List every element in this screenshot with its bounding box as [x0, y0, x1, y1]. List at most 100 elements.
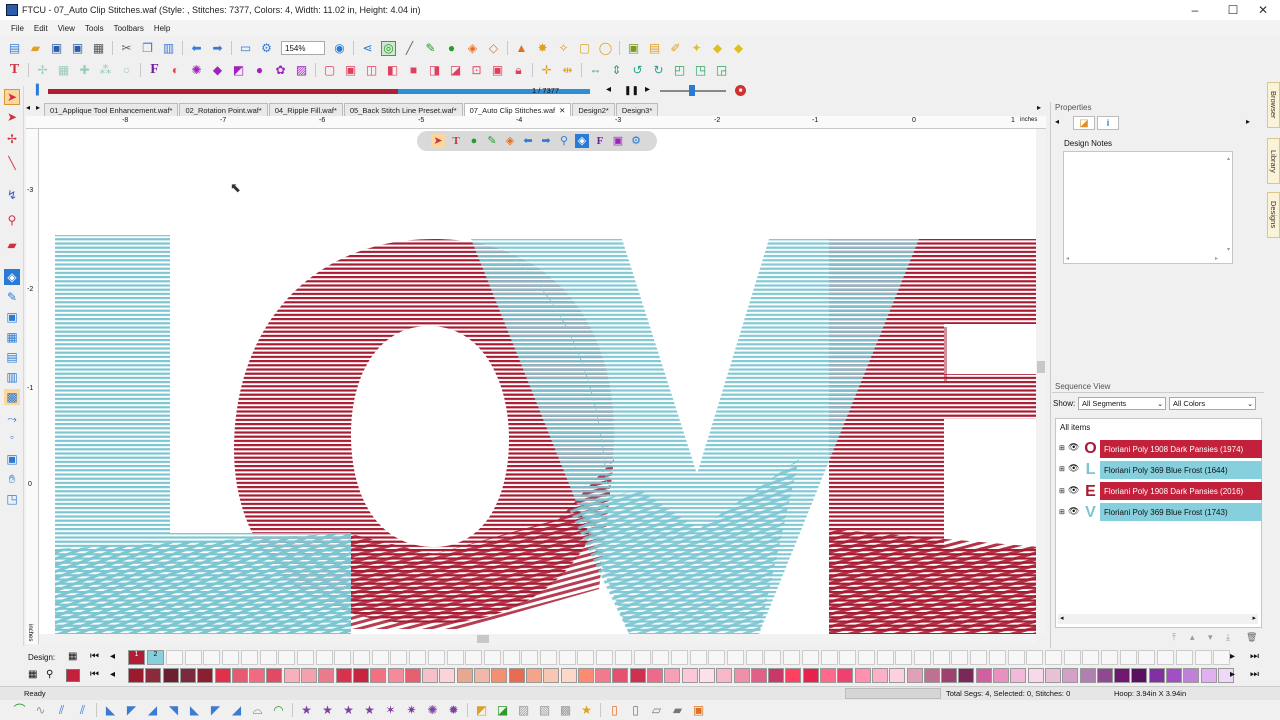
empty-design-slot[interactable]: [839, 650, 857, 665]
undo-icon[interactable]: ⬅: [189, 41, 204, 56]
empty-design-slot[interactable]: [895, 650, 913, 665]
properties-scroll-left-icon[interactable]: ◂: [1055, 117, 1059, 126]
stitch-edit-icon[interactable]: ▩: [4, 389, 20, 405]
settings-gear-icon[interactable]: ⚙: [629, 134, 643, 148]
thread-swatch[interactable]: [889, 668, 906, 683]
thread-swatch[interactable]: [439, 668, 456, 683]
flower-icon[interactable]: ✿: [273, 63, 288, 78]
thread-swatch[interactable]: [179, 668, 196, 683]
thread-swatch[interactable]: [577, 668, 594, 683]
thread-swatch[interactable]: [474, 668, 490, 683]
thread-swatch[interactable]: [698, 668, 715, 683]
palette-next-icon[interactable]: ▸: [1230, 669, 1235, 680]
rotate-left-icon[interactable]: ↺: [630, 63, 645, 78]
tab-close-icon[interactable]: ✕: [559, 106, 565, 115]
last-color-icon[interactable]: ⏭︎: [1250, 651, 1259, 662]
expand-icon[interactable]: ⊞: [1059, 465, 1065, 473]
thread-swatch[interactable]: [491, 668, 508, 683]
thread-swatch[interactable]: [941, 668, 958, 683]
distribute-icon[interactable]: ⇹: [560, 63, 575, 78]
move-icon[interactable]: ✚: [77, 63, 92, 78]
thread-swatch[interactable]: [733, 668, 750, 683]
thread-swatch[interactable]: [1027, 668, 1044, 683]
thread-swatch[interactable]: [162, 668, 179, 683]
diamond-purple-icon[interactable]: ◆: [210, 63, 225, 78]
star-light-icon[interactable]: ★: [362, 703, 377, 718]
empty-design-slot[interactable]: [764, 650, 782, 665]
empty-design-slot[interactable]: [801, 650, 819, 665]
properties-tab-info-icon[interactable]: i: [1097, 116, 1119, 130]
design-library-icon[interactable]: ▣: [611, 134, 625, 148]
thread-swatch[interactable]: [335, 668, 352, 683]
radial-icon[interactable]: ◢: [229, 703, 244, 718]
tab-design2[interactable]: Design2*: [572, 103, 615, 116]
scroll-right-icon[interactable]: ▸: [1252, 614, 1256, 622]
arrange-icon[interactable]: ◲: [714, 63, 729, 78]
thread-swatch[interactable]: [1079, 668, 1096, 683]
design-tool-icon[interactable]: ▥: [4, 369, 20, 385]
empty-design-slot[interactable]: [1175, 650, 1193, 665]
texture-icon[interactable]: ◩: [474, 703, 489, 718]
thread-swatch[interactable]: [128, 668, 144, 683]
fill-stitch-alt-icon[interactable]: ◤: [124, 703, 139, 718]
empty-design-slot[interactable]: [596, 650, 614, 665]
segments-filter-select[interactable]: All Segments ⌄: [1078, 397, 1166, 410]
empty-design-slot[interactable]: [427, 650, 445, 665]
thread-swatch[interactable]: [508, 668, 525, 683]
thread-swatch[interactable]: [1131, 668, 1148, 683]
zoom-select[interactable]: 154%: [281, 41, 325, 55]
stripe-star-icon[interactable]: ✹: [446, 703, 461, 718]
box-solid-icon[interactable]: ■: [406, 63, 421, 78]
design-notes-textarea[interactable]: ▴ ▾ ◂ ▸: [1063, 151, 1233, 264]
satin-alt-icon[interactable]: ⫽: [75, 703, 90, 718]
empty-design-slot[interactable]: [689, 650, 707, 665]
empty-design-slot[interactable]: [857, 650, 875, 665]
thread-swatch[interactable]: [716, 668, 733, 683]
badge-icon[interactable]: ●: [252, 63, 267, 78]
new-file-icon[interactable]: ▤: [7, 41, 22, 56]
empty-design-slot[interactable]: [296, 650, 314, 665]
mirror-horizontal-icon[interactable]: ⇔: [588, 63, 603, 78]
empty-design-slot[interactable]: [1007, 650, 1025, 665]
menu-help[interactable]: Help: [149, 24, 175, 33]
bezier-icon[interactable]: ↯: [4, 187, 20, 203]
thread-swatch[interactable]: [249, 668, 266, 683]
select-box-icon[interactable]: ▢: [322, 63, 337, 78]
grid-alt-icon[interactable]: ▦: [56, 63, 71, 78]
fill-shape-icon[interactable]: ●: [444, 41, 459, 56]
thread-swatch[interactable]: [1148, 668, 1165, 683]
properties-tab-design-icon[interactable]: ◪: [1073, 116, 1095, 130]
empty-design-slot[interactable]: [783, 650, 801, 665]
fan-icon[interactable]: ◠: [271, 703, 286, 718]
thread-swatch[interactable]: [370, 668, 387, 683]
stitch-view-icon[interactable]: ◎: [381, 40, 396, 56]
empty-design-slot[interactable]: [540, 650, 557, 665]
hoop-icon[interactable]: ▭: [238, 41, 253, 56]
palette-search-icon[interactable]: ⚲: [46, 669, 53, 680]
eyedropper-icon[interactable]: ✎: [4, 289, 20, 305]
first-color-icon[interactable]: ⏮︎: [90, 651, 99, 662]
tab-scroll-left-icon[interactable]: ◂: [26, 103, 30, 112]
palette-last-icon[interactable]: ⏭︎: [1250, 669, 1259, 680]
star-burst-icon[interactable]: ✺: [189, 63, 204, 78]
properties-scroll-right-icon[interactable]: ▸: [1246, 117, 1250, 126]
empty-design-slot[interactable]: [446, 650, 464, 665]
speed-slider-thumb[interactable]: [689, 85, 695, 96]
zoom-tool-icon[interactable]: ⚲: [4, 212, 20, 228]
pen-icon[interactable]: ✎: [485, 134, 499, 148]
empty-design-slot[interactable]: [558, 650, 576, 665]
empty-design-slot[interactable]: [876, 650, 894, 665]
menu-view[interactable]: View: [53, 24, 80, 33]
canvas-horizontal-scrollbar[interactable]: [39, 634, 1036, 644]
thread-swatch[interactable]: [283, 668, 300, 683]
empty-design-slot[interactable]: [1213, 650, 1231, 665]
empty-design-slot[interactable]: [633, 650, 651, 665]
empty-design-slot[interactable]: [203, 650, 221, 665]
tab-design3[interactable]: Design3*: [615, 103, 659, 116]
empty-design-slot[interactable]: [970, 650, 988, 665]
contour-alt-icon[interactable]: ◥: [166, 703, 181, 718]
thread-swatch[interactable]: [404, 668, 421, 683]
thread-swatch[interactable]: [543, 668, 560, 683]
empty-design-slot[interactable]: [727, 650, 744, 665]
expand-icon[interactable]: ⊞: [1059, 444, 1065, 452]
